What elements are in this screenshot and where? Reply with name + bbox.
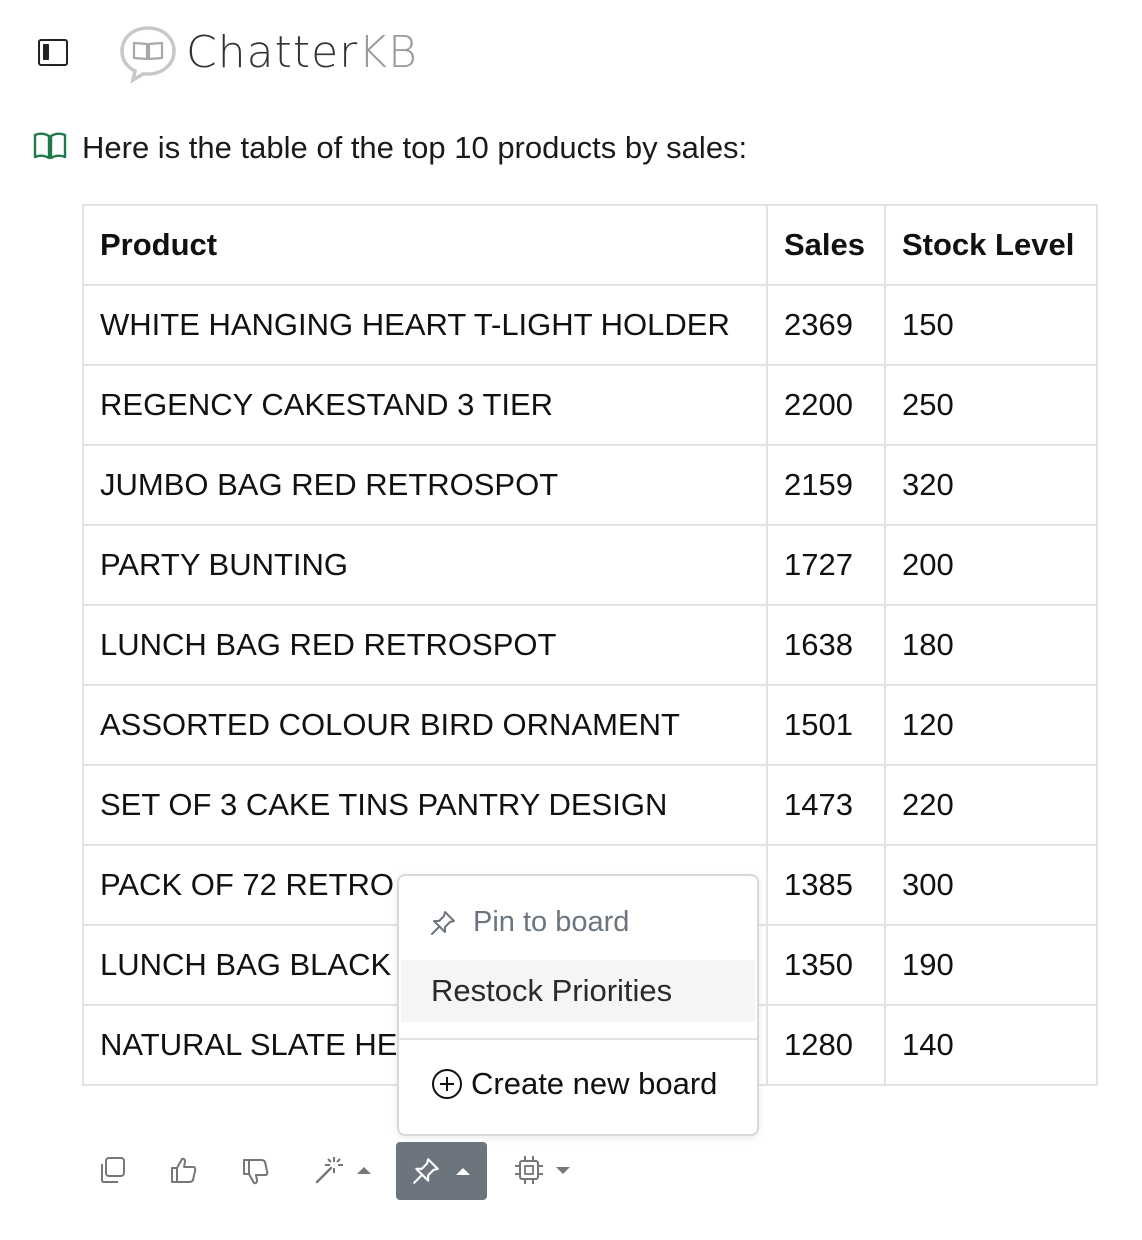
sales-cell: 2200 [766,364,886,446]
menu-divider [399,1038,757,1040]
thumbs-up-icon [171,1157,197,1183]
create-new-board-label: Create new board [471,1066,718,1101]
message-intro: Here is the table of the top 10 products… [82,130,748,165]
table-row: REGENCY CAKESTAND 3 TIER 2200 250 [82,364,1098,446]
product-cell: REGENCY CAKESTAND 3 TIER [82,364,768,446]
stock-cell: 200 [884,524,1098,606]
stock-cell: 320 [884,444,1098,526]
table-row: PARTY BUNTING 1727 200 [82,524,1098,606]
pin-to-board-menu: Pin to board Restock Priorities Create n… [397,874,759,1136]
magic-wand-icon [315,1157,343,1184]
stock-cell: 180 [884,604,1098,686]
table-row: JUMBO BAG RED RETROSPOT 2159 320 [82,444,1098,526]
column-header-stock-level: Stock Level [884,204,1098,286]
sidebar-toggle-button[interactable] [38,39,68,66]
sales-cell: 2159 [766,444,886,526]
pin-icon [431,910,455,935]
sales-cell: 1473 [766,764,886,846]
column-header-product: Product [82,204,768,286]
table-header-row: Product Sales Stock Level [82,204,1098,286]
caret-up-icon [357,1167,371,1174]
product-cell: ASSORTED COLOUR BIRD ORNAMENT [82,684,768,766]
plus-circle-icon [432,1069,462,1099]
sidebar-toggle-icon [43,44,49,60]
thumbs-up-button[interactable] [164,1150,204,1190]
sales-cell: 1385 [766,844,886,926]
product-cell: PARTY BUNTING [82,524,768,606]
table-row: LUNCH BAG RED RETROSPOT 1638 180 [82,604,1098,686]
stock-cell: 220 [884,764,1098,846]
sales-cell: 1727 [766,524,886,606]
column-header-sales: Sales [766,204,886,286]
logo-text: ChatterKB [186,28,418,78]
copy-icon [101,1157,125,1183]
product-cell: WHITE HANGING HEART T-LIGHT HOLDER [82,284,768,366]
model-select-button[interactable] [508,1150,578,1190]
book-speech-bubble-icon [120,26,176,84]
sales-cell: 1280 [766,1004,886,1086]
caret-up-icon [455,1168,470,1175]
stock-cell: 150 [884,284,1098,366]
product-cell: JUMBO BAG RED RETROSPOT [82,444,768,526]
stock-cell: 190 [884,924,1098,1006]
thumbs-down-icon [243,1159,269,1185]
menu-header-label: Pin to board [473,906,630,938]
product-cell: LUNCH BAG RED RETROSPOT [82,604,768,686]
sales-cell: 1350 [766,924,886,1006]
logo-text-secondary: KB [358,27,418,78]
magic-wand-button[interactable] [308,1150,378,1190]
book-open-icon [33,132,67,160]
cpu-icon [515,1156,543,1184]
sales-cell: 1638 [766,604,886,686]
stock-cell: 300 [884,844,1098,926]
menu-header: Pin to board [429,906,629,939]
stock-cell: 140 [884,1004,1098,1086]
pin-button[interactable] [396,1142,487,1200]
pin-icon [412,1158,439,1184]
sales-cell: 2369 [766,284,886,366]
caret-down-icon [556,1167,570,1174]
sales-cell: 1501 [766,684,886,766]
stock-cell: 250 [884,364,1098,446]
stock-cell: 120 [884,684,1098,766]
table-row: WHITE HANGING HEART T-LIGHT HOLDER 2369 15… [82,284,1098,366]
table-row: ASSORTED COLOUR BIRD ORNAMENT 1501 120 [82,684,1098,766]
copy-button[interactable] [92,1150,132,1190]
logo-text-primary: Chatter [186,27,359,78]
thumbs-down-button[interactable] [236,1152,276,1192]
board-item-restock-priorities[interactable]: Restock Priorities [401,960,755,1022]
table-row: SET OF 3 CAKE TINS PANTRY DESIGN 1473 220 [82,764,1098,846]
product-cell: SET OF 3 CAKE TINS PANTRY DESIGN [82,764,768,846]
create-new-board-button[interactable]: Create new board [429,1066,717,1102]
